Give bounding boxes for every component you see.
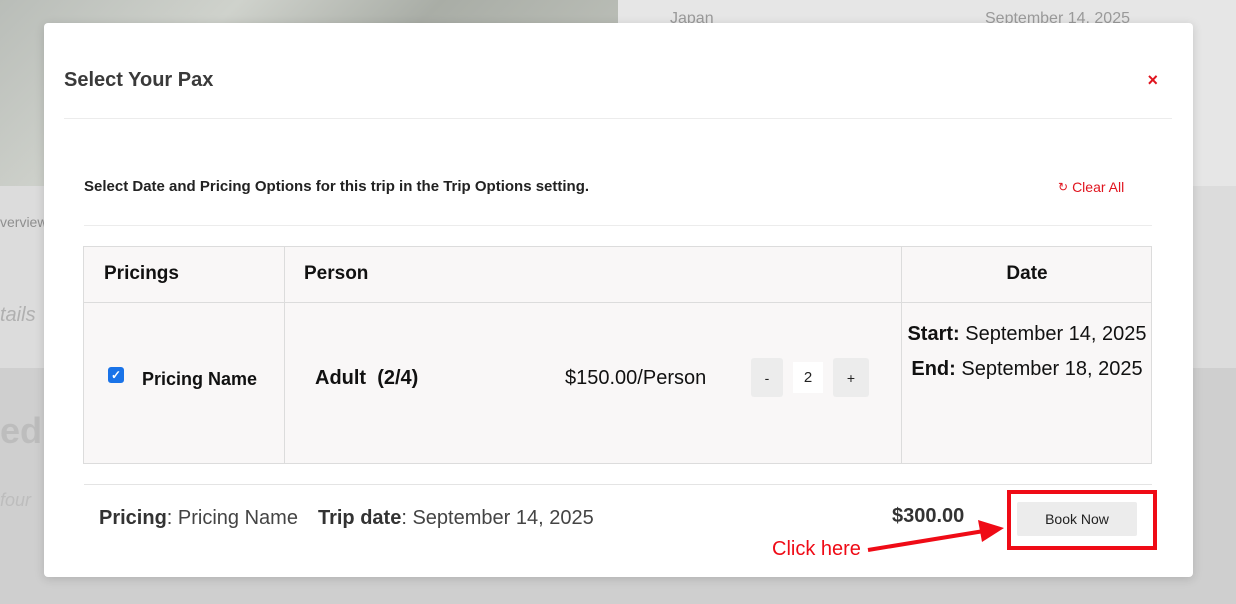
divider <box>84 484 1152 485</box>
background-overview-tab: verview <box>0 214 48 230</box>
clear-all-button[interactable]: ↻ Clear All <box>1058 179 1124 195</box>
date-cell: Start: September 14, 2025 End: September… <box>902 317 1152 387</box>
header-person: Person <box>304 263 369 284</box>
trip-date-label: Trip date <box>317 507 402 529</box>
close-icon[interactable]: × <box>1147 71 1158 89</box>
refresh-icon: ↻ <box>1058 180 1069 194</box>
modal-title: Select Your Pax <box>64 69 214 91</box>
quantity-decrement-button[interactable]: - <box>751 358 783 397</box>
end-date-line: End: September 18, 2025 <box>902 352 1152 387</box>
quantity-increment-button[interactable]: + <box>833 358 869 397</box>
instruction-text: Select Date and Pricing Options for this… <box>84 178 590 195</box>
clear-all-label: Clear All <box>1072 179 1125 195</box>
start-label: Start: <box>907 323 960 345</box>
background-text: four <box>0 490 32 510</box>
start-date-line: Start: September 14, 2025 <box>902 317 1152 352</box>
person-price: $150.00/Person <box>565 367 707 389</box>
start-date: September 14, 2025 <box>965 323 1147 345</box>
quantity-input[interactable]: 2 <box>793 362 823 393</box>
highlight-box <box>1007 490 1157 550</box>
modal-header: Select Your Pax × <box>64 23 1172 119</box>
background-details-text: tails <box>0 304 36 326</box>
person-type: Adult (2/4) <box>315 367 419 389</box>
pricing-table: Pricings Person Date ✓ Pricing Name Adul… <box>83 246 1152 464</box>
click-here-annotation: Click here <box>772 538 861 560</box>
pricing-name: Pricing Name <box>142 369 258 389</box>
header-pricings: Pricings <box>104 263 179 284</box>
pricing-summary-value: Pricing Name <box>177 507 298 529</box>
end-date: September 18, 2025 <box>961 358 1143 380</box>
column-divider <box>284 247 285 463</box>
pricing-summary-label: Pricing <box>99 507 167 529</box>
booking-summary: Pricing: Pricing Name Trip date: Septembe… <box>99 507 594 529</box>
header-date: Date <box>1006 263 1048 284</box>
background-heading: ed <box>0 410 43 451</box>
trip-date-value: September 14, 2025 <box>412 507 594 529</box>
arrow-icon <box>867 520 1004 552</box>
pricing-checkbox[interactable]: ✓ <box>108 367 124 383</box>
divider <box>84 225 1152 226</box>
end-label: End: <box>911 358 956 380</box>
